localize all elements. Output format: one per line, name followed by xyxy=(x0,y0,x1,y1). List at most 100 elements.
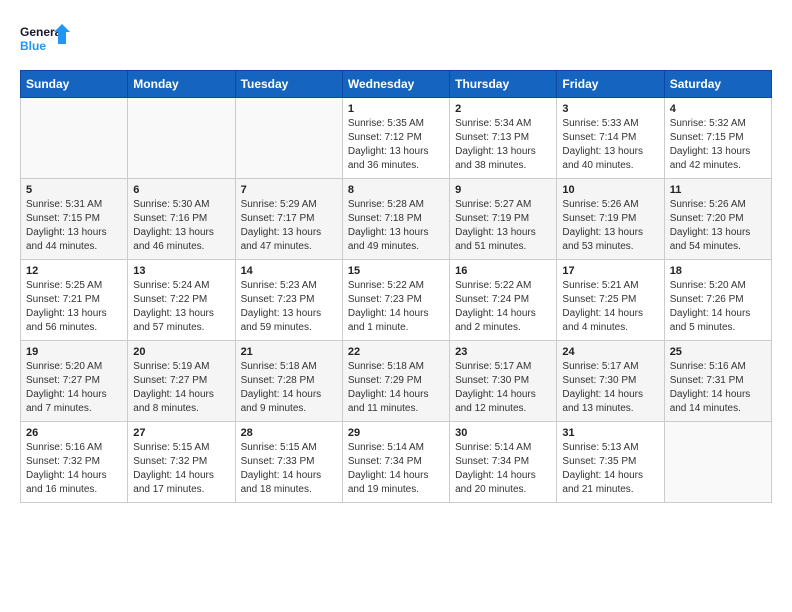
day-info: Sunrise: 5:32 AM Sunset: 7:15 PM Dayligh… xyxy=(670,117,766,173)
day-number: 20 xyxy=(133,346,229,358)
day-number: 29 xyxy=(348,427,444,439)
day-header-thursday: Thursday xyxy=(450,71,557,98)
day-info: Sunrise: 5:27 AM Sunset: 7:19 PM Dayligh… xyxy=(455,198,551,254)
day-number: 7 xyxy=(241,184,337,196)
day-info: Sunrise: 5:31 AM Sunset: 7:15 PM Dayligh… xyxy=(26,198,122,254)
day-number: 23 xyxy=(455,346,551,358)
calendar-cell xyxy=(128,98,235,179)
calendar-cell: 12Sunrise: 5:25 AM Sunset: 7:21 PM Dayli… xyxy=(21,260,128,341)
day-number: 11 xyxy=(670,184,766,196)
calendar-cell: 15 Sunrise: 5:22 AM Sunset: 7:23 PM Dayli… xyxy=(342,260,449,341)
day-info: Sunrise: 5:22 AM Sunset: 7:24 PM Dayligh… xyxy=(455,279,551,335)
day-info: Sunrise: 5:24 AM Sunset: 7:22 PM Dayligh… xyxy=(133,279,229,335)
calendar-cell: 9 Sunrise: 5:27 AM Sunset: 7:19 PM Daylig… xyxy=(450,179,557,260)
day-info: Sunrise: 5:22 AM Sunset: 7:23 PM Dayligh… xyxy=(348,279,444,335)
day-info: Sunrise: 5:30 AM Sunset: 7:16 PM Dayligh… xyxy=(133,198,229,254)
day-number: 31 xyxy=(562,427,658,439)
day-number: 25 xyxy=(670,346,766,358)
calendar-cell: 27 Sunrise: 5:15 AM Sunset: 7:32 PM Dayli… xyxy=(128,422,235,503)
calendar-week-2: 5 Sunrise: 5:31 AM Sunset: 7:15 PM Daylig… xyxy=(21,179,772,260)
calendar-cell: 18 Sunrise: 5:20 AM Sunset: 7:26 PM Dayli… xyxy=(664,260,771,341)
calendar-cell xyxy=(235,98,342,179)
day-info: Sunrise: 5:17 AM Sunset: 7:30 PM Dayligh… xyxy=(562,360,658,416)
calendar-cell: 31 Sunrise: 5:13 AM Sunset: 7:35 PM Dayli… xyxy=(557,422,664,503)
calendar-cell: 22 Sunrise: 5:18 AM Sunset: 7:29 PM Dayli… xyxy=(342,341,449,422)
calendar-cell: 25 Sunrise: 5:16 AM Sunset: 7:31 PM Dayli… xyxy=(664,341,771,422)
calendar-cell: 28Sunrise: 5:15 AM Sunset: 7:33 PM Dayli… xyxy=(235,422,342,503)
day-info: Sunrise: 5:20 AM Sunset: 7:26 PM Dayligh… xyxy=(670,279,766,335)
day-number: 24 xyxy=(562,346,658,358)
day-info: Sunrise: 5:26 AM Sunset: 7:20 PM Dayligh… xyxy=(670,198,766,254)
day-number: 3 xyxy=(562,103,658,115)
calendar-cell: 17Sunrise: 5:21 AM Sunset: 7:25 PM Dayli… xyxy=(557,260,664,341)
day-info: Sunrise: 5:20 AM Sunset: 7:27 PM Dayligh… xyxy=(26,360,122,416)
calendar-cell: 7 Sunrise: 5:29 AM Sunset: 7:17 PM Daylig… xyxy=(235,179,342,260)
day-number: 22 xyxy=(348,346,444,358)
day-number: 16 xyxy=(455,265,551,277)
day-number: 15 xyxy=(348,265,444,277)
calendar-cell: 4 Sunrise: 5:32 AM Sunset: 7:15 PM Daylig… xyxy=(664,98,771,179)
calendar-cell: 10 Sunrise: 5:26 AM Sunset: 7:19 PM Dayli… xyxy=(557,179,664,260)
day-number: 14 xyxy=(241,265,337,277)
day-info: Sunrise: 5:14 AM Sunset: 7:34 PM Dayligh… xyxy=(455,441,551,497)
day-number: 10 xyxy=(562,184,658,196)
day-info: Sunrise: 5:34 AM Sunset: 7:13 PM Dayligh… xyxy=(455,117,551,173)
day-number: 21 xyxy=(241,346,337,358)
day-info: Sunrise: 5:18 AM Sunset: 7:28 PM Dayligh… xyxy=(241,360,337,416)
day-number: 2 xyxy=(455,103,551,115)
day-info: Sunrise: 5:16 AM Sunset: 7:32 PM Dayligh… xyxy=(26,441,122,497)
calendar-cell: 26 Sunrise: 5:16 AM Sunset: 7:32 PM Dayli… xyxy=(21,422,128,503)
calendar-cell: 11 Sunrise: 5:26 AM Sunset: 7:20 PM Dayli… xyxy=(664,179,771,260)
calendar-week-3: 12Sunrise: 5:25 AM Sunset: 7:21 PM Dayli… xyxy=(21,260,772,341)
page-header: General Blue xyxy=(20,20,772,60)
calendar-week-5: 26 Sunrise: 5:16 AM Sunset: 7:32 PM Dayli… xyxy=(21,422,772,503)
logo-svg: General Blue xyxy=(20,20,70,60)
day-info: Sunrise: 5:15 AM Sunset: 7:32 PM Dayligh… xyxy=(133,441,229,497)
calendar-cell: 21 Sunrise: 5:18 AM Sunset: 7:28 PM Dayli… xyxy=(235,341,342,422)
day-header-wednesday: Wednesday xyxy=(342,71,449,98)
day-info: Sunrise: 5:13 AM Sunset: 7:35 PM Dayligh… xyxy=(562,441,658,497)
calendar-table: SundayMondayTuesdayWednesdayThursdayFrid… xyxy=(20,70,772,503)
day-number: 27 xyxy=(133,427,229,439)
day-info: Sunrise: 5:35 AM Sunset: 7:12 PM Dayligh… xyxy=(348,117,444,173)
calendar-cell: 1 Sunrise: 5:35 AM Sunset: 7:12 PM Daylig… xyxy=(342,98,449,179)
day-info: Sunrise: 5:18 AM Sunset: 7:29 PM Dayligh… xyxy=(348,360,444,416)
day-info: Sunrise: 5:33 AM Sunset: 7:14 PM Dayligh… xyxy=(562,117,658,173)
day-number: 12 xyxy=(26,265,122,277)
calendar-week-1: 1 Sunrise: 5:35 AM Sunset: 7:12 PM Daylig… xyxy=(21,98,772,179)
day-info: Sunrise: 5:19 AM Sunset: 7:27 PM Dayligh… xyxy=(133,360,229,416)
calendar-cell: 3 Sunrise: 5:33 AM Sunset: 7:14 PM Daylig… xyxy=(557,98,664,179)
logo: General Blue xyxy=(20,20,70,60)
day-number: 30 xyxy=(455,427,551,439)
day-header-sunday: Sunday xyxy=(21,71,128,98)
day-number: 9 xyxy=(455,184,551,196)
day-header-tuesday: Tuesday xyxy=(235,71,342,98)
calendar-cell: 24 Sunrise: 5:17 AM Sunset: 7:30 PM Dayli… xyxy=(557,341,664,422)
day-info: Sunrise: 5:15 AM Sunset: 7:33 PM Dayligh… xyxy=(241,441,337,497)
day-info: Sunrise: 5:23 AM Sunset: 7:23 PM Dayligh… xyxy=(241,279,337,335)
day-number: 19 xyxy=(26,346,122,358)
day-header-monday: Monday xyxy=(128,71,235,98)
day-info: Sunrise: 5:16 AM Sunset: 7:31 PM Dayligh… xyxy=(670,360,766,416)
day-number: 6 xyxy=(133,184,229,196)
day-number: 8 xyxy=(348,184,444,196)
day-info: Sunrise: 5:14 AM Sunset: 7:34 PM Dayligh… xyxy=(348,441,444,497)
calendar-cell: 6 Sunrise: 5:30 AM Sunset: 7:16 PM Daylig… xyxy=(128,179,235,260)
day-number: 18 xyxy=(670,265,766,277)
calendar-cell: 20 Sunrise: 5:19 AM Sunset: 7:27 PM Dayli… xyxy=(128,341,235,422)
day-header-friday: Friday xyxy=(557,71,664,98)
day-info: Sunrise: 5:29 AM Sunset: 7:17 PM Dayligh… xyxy=(241,198,337,254)
calendar-week-4: 19 Sunrise: 5:20 AM Sunset: 7:27 PM Dayli… xyxy=(21,341,772,422)
calendar-cell: 19 Sunrise: 5:20 AM Sunset: 7:27 PM Dayli… xyxy=(21,341,128,422)
calendar-cell: 8Sunrise: 5:28 AM Sunset: 7:18 PM Daylig… xyxy=(342,179,449,260)
calendar-cell: 2 Sunrise: 5:34 AM Sunset: 7:13 PM Daylig… xyxy=(450,98,557,179)
day-number: 4 xyxy=(670,103,766,115)
calendar-cell xyxy=(664,422,771,503)
day-info: Sunrise: 5:26 AM Sunset: 7:19 PM Dayligh… xyxy=(562,198,658,254)
calendar-body: 1 Sunrise: 5:35 AM Sunset: 7:12 PM Daylig… xyxy=(21,98,772,503)
day-info: Sunrise: 5:17 AM Sunset: 7:30 PM Dayligh… xyxy=(455,360,551,416)
calendar-cell: 30 Sunrise: 5:14 AM Sunset: 7:34 PM Dayli… xyxy=(450,422,557,503)
day-number: 1 xyxy=(348,103,444,115)
day-number: 5 xyxy=(26,184,122,196)
day-number: 26 xyxy=(26,427,122,439)
